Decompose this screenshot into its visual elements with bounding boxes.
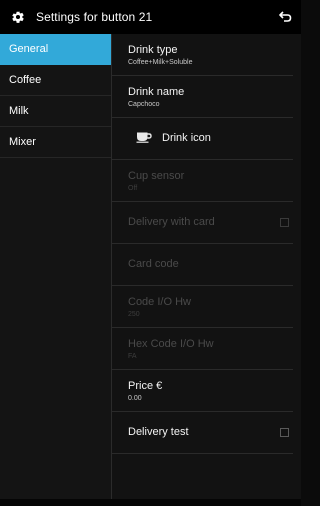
drink-type-label: Drink type bbox=[128, 44, 178, 56]
title-bar: Settings for button 21 bbox=[0, 0, 301, 34]
drink-name-label: Drink name bbox=[128, 86, 185, 98]
hex-code-io-hw-label: Hex Code I/O Hw bbox=[128, 338, 214, 350]
drink-name-value: Capchoco bbox=[128, 101, 160, 108]
coffee-cup-icon bbox=[136, 130, 152, 148]
drink-type-setting[interactable]: Drink type Coffee+Milk+Soluble bbox=[112, 34, 293, 76]
card-code-label: Card code bbox=[128, 258, 179, 270]
settings-window: Settings for button 21 General Coffee Mi… bbox=[0, 0, 301, 506]
cup-sensor-label: Cup sensor bbox=[128, 170, 185, 182]
bottom-strip bbox=[0, 499, 301, 506]
cup-sensor-setting[interactable]: Cup sensor Off bbox=[112, 160, 293, 202]
delivery-with-card-setting[interactable]: Delivery with card bbox=[112, 202, 293, 244]
sidebar: General Coffee Milk Mixer bbox=[0, 34, 112, 499]
cup-sensor-value: Off bbox=[128, 185, 138, 192]
hex-code-io-hw-value: FA bbox=[128, 353, 137, 360]
drink-icon-setting[interactable]: Drink icon bbox=[112, 118, 293, 160]
price-value: 0.00 bbox=[128, 395, 142, 402]
price-label: Price € bbox=[128, 380, 163, 392]
code-io-hw-value: 250 bbox=[128, 311, 140, 318]
content-area: General Coffee Milk Mixer Drink type Cof… bbox=[0, 34, 301, 506]
back-return-icon[interactable] bbox=[277, 9, 293, 25]
delivery-test-label: Delivery test bbox=[128, 426, 189, 438]
gear-icon bbox=[10, 9, 26, 25]
delivery-with-card-label: Delivery with card bbox=[128, 216, 215, 228]
drink-name-setting[interactable]: Drink name Capchoco bbox=[112, 76, 293, 118]
delivery-test-setting[interactable]: Delivery test bbox=[112, 412, 293, 454]
sidebar-item-mixer[interactable]: Mixer bbox=[0, 127, 111, 158]
delivery-with-card-checkbox[interactable] bbox=[280, 217, 289, 227]
drink-type-value: Coffee+Milk+Soluble bbox=[128, 59, 193, 66]
code-io-hw-label: Code I/O Hw bbox=[128, 296, 191, 308]
sidebar-item-general[interactable]: General bbox=[0, 34, 111, 65]
card-code-setting[interactable]: Card code bbox=[112, 244, 293, 286]
sidebar-item-milk[interactable]: Milk bbox=[0, 96, 111, 127]
code-io-hw-setting[interactable]: Code I/O Hw 250 bbox=[112, 286, 293, 328]
drink-icon-label: Drink icon bbox=[162, 132, 211, 144]
hex-code-io-hw-setting[interactable]: Hex Code I/O Hw FA bbox=[112, 328, 293, 370]
price-setting[interactable]: Price € 0.00 bbox=[112, 370, 293, 412]
sidebar-item-coffee[interactable]: Coffee bbox=[0, 65, 111, 96]
window-title: Settings for button 21 bbox=[36, 10, 153, 24]
settings-panel: Drink type Coffee+Milk+Soluble Drink nam… bbox=[112, 34, 301, 499]
delivery-test-checkbox[interactable] bbox=[280, 427, 289, 437]
